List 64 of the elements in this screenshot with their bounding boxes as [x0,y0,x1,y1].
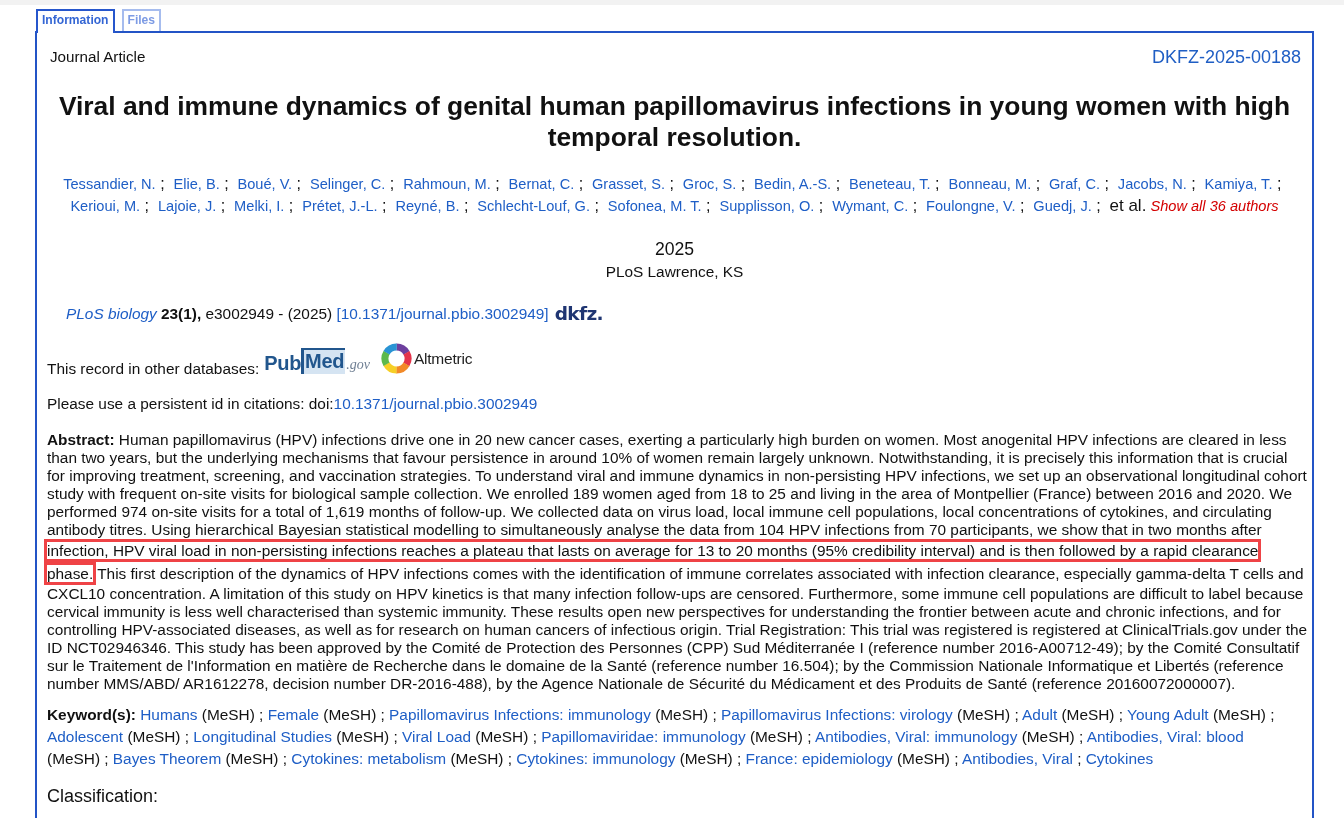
keyword-link[interactable]: Longitudinal Studies [193,728,332,745]
keyword-link[interactable]: Young Adult [1127,706,1209,723]
citation-text: PLoS biology 23(1), e3002949 - (2025) [10.1371/journal.pbio.3002949] [66,305,549,323]
author-link[interactable]: Grasset, S. [592,176,665,192]
author-link[interactable]: Schlecht-Louf, G. [477,198,591,214]
author-link[interactable]: Bonneau, M. [948,176,1032,192]
record-title: Viral and immune dynamics of genital human papillomavirus infections in young women with high temporal resolution. [57,91,1292,153]
record-id-link[interactable]: DKFZ-2025-00188 [1151,47,1301,67]
record-type: Journal Article [50,48,146,66]
dkfz-logo[interactable]: dkfz. [554,304,604,324]
author-link[interactable]: Groc, S. [682,176,737,192]
author-link[interactable]: Lajoie, J. [157,198,217,214]
keywords-text: Keyword(s): Humans (MeSH) ; Female (MeSH) ; Papillomavirus Infections: immunology (MeSH) ; Papillomavirus Infections: virology (MeSH) ; Adult (MeSH) ; Young Adult (MeSH) ; Adolescent (MeSH) ; Longitudinal Studies (MeSH) ; Viral Load (MeSH) ; Papillomaviridae: immunology (MeSH) ; Antibodies, Viral: immunology (MeSH) ; Antibodies, Viral: blood (MeSH) ; Bayes Theorem (MeSH) ; Cytokines: metabolism (MeSH) ; Cytokines: immunology (MeSH) ; France: epidemiology (MeSH) ; Antibodies, Viral ; Cytokines [47,705,1276,769]
author-link[interactable]: Kerioui, M. [70,198,141,214]
author-link[interactable]: Foulongne, V. [926,198,1016,214]
author-link[interactable]: Rahmoun, M. [403,176,491,192]
author-link[interactable]: Wymant, C. [832,198,909,214]
keyword-link[interactable]: Humans [140,706,198,723]
tab[interactable]: Information [36,9,115,33]
author-link[interactable]: Tessandier, N. [63,176,156,192]
keyword-link[interactable]: Adolescent [47,728,124,745]
classification-heading: Classification: [47,785,160,807]
author-link[interactable]: Reyné, B. [395,198,460,214]
keyword-link[interactable]: Antibodies, Viral [961,750,1073,767]
keyword-link[interactable]: Bayes Theorem [112,750,222,767]
author-link[interactable]: Graf, C. [1049,176,1101,192]
record-year: 2025 [653,239,696,259]
keyword-link[interactable]: Adult [1022,706,1058,723]
keyword-link[interactable]: Papillomavirus Infections: virology [721,706,953,723]
keyword-link[interactable]: Cytokines [1085,750,1154,767]
author-link[interactable]: Melki, I. [234,198,285,214]
journal-link[interactable]: PLoS biology [66,305,157,322]
keyword-link[interactable]: Cytokines: immunology [516,750,676,767]
author-link[interactable]: Selinger, C. [309,176,386,192]
keyword-link[interactable]: France: epidemiology [745,750,893,767]
databases-label: This record in other databases: [47,360,260,378]
pubmed-logo[interactable]: Pub Med.gov [264,346,370,374]
author-link[interactable]: Bernat, C. [508,176,575,192]
author-list: Tessandier, N. ; Elie, B. ; Boué, V. ; Selinger, C. ; Rahmoun, M. ; Bernat, C. ; Grasset, S. ; Groc, S. ; Bedin, A.-S. ; Beneteau, T. ; Bonneau, M. ; Graf, C. ; Jacobs, N. ; Kamiya, T. ; Kerioui, M. ; Lajoie, J. ; Melki, I. ; Prétet, J.-L. ; Reyné, B. ; Schlecht-Louf, G. ; Sofonea, M. T. ; Supplisson, O. ; Wymant, C. ; Foulongne, V. ; Guedj, J. ; et al. Show all 36 authors [47,173,1312,217]
doi-link[interactable]: [10.1371/journal.pbio.3002949] [336,305,549,322]
keyword-link[interactable]: Papillomaviridae: immunology [541,728,746,745]
keyword-link[interactable]: Viral Load [402,728,472,745]
keyword-link[interactable]: Antibodies, Viral: immunology [814,728,1018,745]
keyword-link[interactable]: Cytokines: metabolism [291,750,447,767]
author-link[interactable]: Bedin, A.-S. [754,176,832,192]
author-link[interactable]: Boué, V. [237,176,293,192]
persistent-id-text: Please use a persistent id in citations: doi:10.1371/journal.pbio.3002949 [47,395,539,413]
author-link[interactable]: Supplisson, O. [719,198,815,214]
author-link[interactable]: Kamiya, T. [1204,176,1273,192]
author-link[interactable]: Jacobs, N. [1117,176,1187,192]
altmetric-link[interactable]: Altmetric [380,343,473,374]
author-link[interactable]: Guedj, J. [1033,198,1092,214]
author-link[interactable]: Sofonea, M. T. [607,198,702,214]
author-link[interactable]: Elie, B. [173,176,220,192]
abstract-text: Abstract: Human papillomavirus (HPV) infections drive one in 20 new cancer cases, exerting a particularly high burden on women. Most anogenital HPV infections are cleared in less than two years, but the underlying mechanisms that favour persistence in around 10% of women remain largely unknown. Notwithstanding, it is precisely this information that is crucial for improving treatment, screening, and vaccination strategies. To understand viral and immune dynamics in non-persisting HPV infections, we set up an observational longitudinal cohort study with frequent on-site visits for biological sample collection. We enrolled 189 women aged from 18 to 25 and living in the area of Montpellier (France) between 2016 and 2020. We performed 974 on-site visits for a total of 1,619 months of follow-up. We collected data on virus load, local immune cell populations, local concentrations of cytokines, and circulating antibody titres. Using hierarchical Bayesian statistical modelling to simultaneously analyse the data from 104 HPV infections from 70 participants, we show that in two months after infection, HPV viral load in non-persisting infections reaches a plateau that lasts on average for 13 to 20 months (95% credibility interval) and is then followed by a rapid clearance phase. This first description of the dynamics of HPV infections comes with the identification of immune correlates associated with infection clearance, especially gamma-delta T cells and CXCL10 concentration. A limitation of this study on HPV kinetics is that many infection follow-ups are censored. Furthermore, some immune cell populations are difficult to label because cervical immunity is less well characterised than systemic immunity. These results open new perspectives for understanding the frontier between acute and chronic infections, and for controlling HPV-associated diseases, as well as for research on human cancers of infectious origin. Trial Registration: This trial was registered is registered at ClinicalTrials.gov under the ID NCT02946346. This study has been approved by the Comité de Protection des Personnes (CPP) Sud Méditerranée I (reference number 2016-A00712-49); by the Comité Consultatif sur le Traitement de l'Information en matière de Recherche dans le domaine de la Santé (reference number 16.504); by the Commission Nationale Informatique et Libertés (reference number MMS/ABD/ AR1612278, decision number DR-2016-488), by the Agence Nationale de Sécurité du Médicament et des Produits de Santé (reference 20160072000007). [47,431,1308,693]
doi-link[interactable]: 10.1371/journal.pbio.3002949 [333,395,538,412]
author-link[interactable]: Prétet, J.-L. [302,198,378,214]
altmetric-ring-icon [380,343,412,374]
keyword-link[interactable]: Female [267,706,319,723]
show-all-authors-link[interactable]: Show all 36 authors [1150,198,1279,214]
keyword-link[interactable]: Antibodies, Viral: blood [1086,728,1244,745]
keyword-link[interactable]: Papillomavirus Infections: immunology [389,706,651,723]
author-link[interactable]: Beneteau, T. [848,176,931,192]
publisher-text: PLoS Lawrence, KS [604,263,745,281]
